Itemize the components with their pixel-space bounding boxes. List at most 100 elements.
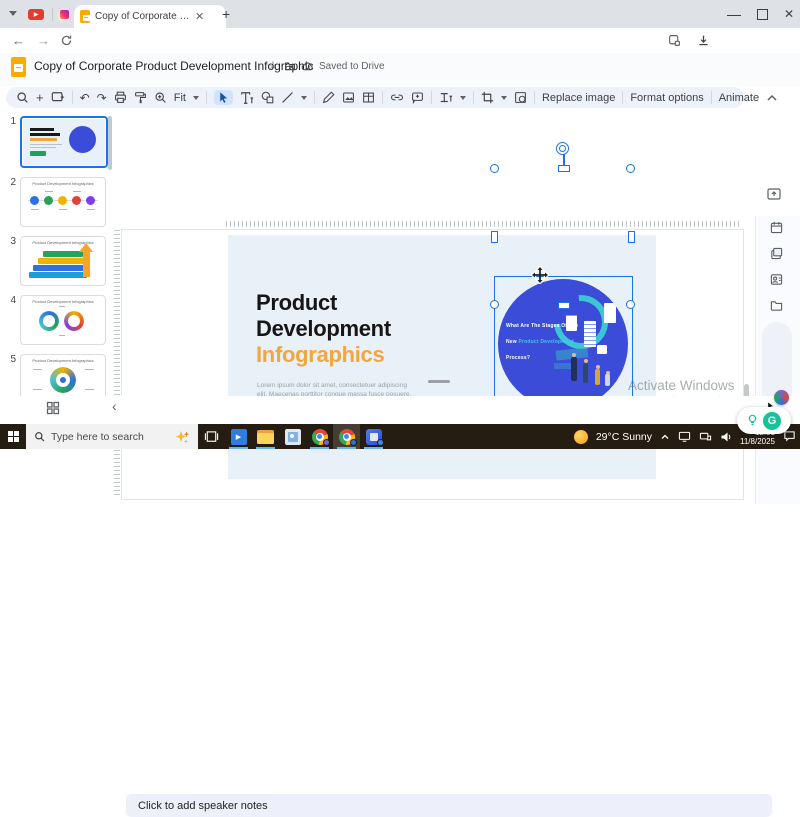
extension-bubble[interactable] <box>774 390 789 405</box>
calendar-icon[interactable] <box>770 221 783 234</box>
start-button[interactable] <box>0 424 26 449</box>
resize-handle-e[interactable] <box>628 231 635 243</box>
taskbar-app-photos[interactable] <box>279 424 306 449</box>
zoom-fit-select[interactable]: Fit <box>174 92 186 104</box>
zoom-icon[interactable] <box>154 91 167 104</box>
window-close-button[interactable]: ✕ <box>784 7 794 21</box>
pinned-tab-youtube[interactable]: ▶ <box>28 9 44 20</box>
task-view-button[interactable] <box>198 424 225 449</box>
slide-title[interactable]: Product Development Infographics <box>256 290 391 368</box>
tab-close-icon[interactable]: ✕ <box>195 10 204 23</box>
weather-text[interactable]: 29°C Sunny <box>596 431 652 443</box>
weather-sun-icon[interactable] <box>573 429 588 444</box>
tab-organizer-icon[interactable] <box>668 34 681 47</box>
cloud-saved-icon[interactable] <box>301 60 314 72</box>
mask-image-icon[interactable] <box>514 91 527 104</box>
browser-url-bar: ← → docs.google.com/presentation/d/1Mbnz… <box>0 28 800 78</box>
resize-handle-n[interactable] <box>558 165 570 172</box>
display-tray-icon[interactable] <box>678 431 691 442</box>
insert-link-icon[interactable] <box>390 91 404 104</box>
crop-caret[interactable] <box>500 95 507 100</box>
text-format-icon[interactable] <box>439 91 453 104</box>
slides-logo-icon[interactable] <box>11 57 26 77</box>
active-tab[interactable]: Copy of Corporate Product Dev ✕ <box>74 5 226 28</box>
download-icon[interactable] <box>697 34 710 47</box>
contacts-icon[interactable] <box>770 273 783 286</box>
thumb-graphic <box>30 128 54 131</box>
taskbar-app-blue[interactable] <box>360 424 387 449</box>
grid-view-icon[interactable] <box>46 401 60 415</box>
slide-thumbnail-2[interactable]: Product Development Infographics <box>20 177 106 227</box>
network-tray-icon[interactable] <box>699 431 712 442</box>
redo-icon[interactable]: ↷ <box>97 91 107 105</box>
move-folder-icon[interactable] <box>284 60 296 72</box>
resize-handle-se[interactable] <box>626 300 635 309</box>
image-icon[interactable] <box>342 91 355 104</box>
zoom-fit-caret[interactable] <box>192 95 199 100</box>
action-center-icon[interactable] <box>783 431 796 443</box>
replace-image-button[interactable]: Replace image <box>542 92 615 104</box>
animate-button[interactable]: Animate <box>719 92 759 104</box>
keep-notes-icon[interactable] <box>770 247 783 260</box>
slide-thumbnail-4[interactable]: Product Development Infographics <box>20 295 106 345</box>
selection-bounding-box[interactable] <box>494 276 633 412</box>
divider <box>205 91 207 104</box>
resize-handle-nw[interactable] <box>490 164 499 173</box>
line-tool-icon[interactable] <box>281 91 294 104</box>
resize-handle-w[interactable] <box>491 231 498 243</box>
volume-tray-icon[interactable] <box>720 431 732 442</box>
new-slide-icon[interactable] <box>51 92 65 104</box>
resize-handle-sw[interactable] <box>490 300 499 309</box>
paint-format-icon[interactable] <box>134 91 147 104</box>
format-options-button[interactable]: Format options <box>630 92 703 104</box>
line-tool-caret[interactable] <box>300 95 307 100</box>
shapes-icon[interactable] <box>261 91 274 104</box>
filmstrip-item-2[interactable]: 2 Product Development Infographics <box>4 177 108 227</box>
filmstrip-scrollbar[interactable] <box>108 116 112 170</box>
crop-icon[interactable] <box>481 91 494 104</box>
back-icon[interactable]: ← <box>12 33 25 48</box>
tab-search-chevron-icon[interactable] <box>9 11 17 16</box>
taskbar-app-chrome-1[interactable] <box>306 424 333 449</box>
thumb-graphic <box>31 209 39 210</box>
tray-expand-icon[interactable] <box>660 432 670 442</box>
slide-thumbnail-3[interactable]: Product Development Infographics <box>20 236 106 286</box>
grammarly-widget[interactable]: G <box>737 407 791 434</box>
rotation-handle[interactable] <box>556 142 569 155</box>
saved-status[interactable]: Saved to Drive <box>319 61 385 72</box>
new-tab-button[interactable]: + <box>222 6 230 22</box>
collapse-filmstrip-icon[interactable]: ‹ <box>112 398 117 414</box>
text-format-caret[interactable] <box>459 95 466 100</box>
text-box-icon[interactable] <box>240 91 254 104</box>
notes-resize-handle[interactable] <box>428 380 450 383</box>
undo-icon[interactable]: ↶ <box>80 91 90 105</box>
taskbar-app-movies[interactable]: ▶ <box>225 424 252 449</box>
collapse-toolbar-icon[interactable] <box>766 92 778 104</box>
folder-icon[interactable] <box>770 299 783 312</box>
taskbar-app-chrome-2-active[interactable] <box>333 424 360 449</box>
plus-icon[interactable]: + <box>36 90 44 105</box>
forward-icon[interactable]: → <box>37 33 50 48</box>
taskbar-app-file-explorer[interactable] <box>252 424 279 449</box>
filmstrip-item-1[interactable]: 1 <box>4 116 108 168</box>
title-line-2: Development <box>256 316 391 341</box>
pen-icon[interactable] <box>322 91 335 104</box>
slide-thumbnail-1[interactable] <box>20 116 108 168</box>
resize-handle-ne[interactable] <box>626 164 635 173</box>
resize-handle-s[interactable] <box>558 302 570 309</box>
search-menus-icon[interactable] <box>16 91 29 104</box>
reload-icon[interactable] <box>60 34 73 47</box>
select-tool-icon[interactable] <box>213 90 233 105</box>
window-maximize-button[interactable] <box>757 9 768 20</box>
print-icon[interactable] <box>114 91 127 104</box>
taskbar-search-box[interactable]: Type here to search <box>26 424 198 449</box>
table-icon[interactable] <box>362 91 375 104</box>
pinned-tab-instagram[interactable] <box>58 8 71 21</box>
add-comment-icon[interactable] <box>411 91 424 104</box>
speaker-notes-input[interactable]: Click to add speaker notes <box>126 794 772 817</box>
window-minimize-button[interactable] <box>727 9 741 16</box>
filmstrip-item-3[interactable]: 3 Product Development Infographics <box>4 236 108 286</box>
filmstrip-item-4[interactable]: 4 Product Development Infographics <box>4 295 108 345</box>
templates-panel-icon[interactable] <box>766 186 782 202</box>
star-document-icon[interactable]: ☆ <box>268 59 278 72</box>
